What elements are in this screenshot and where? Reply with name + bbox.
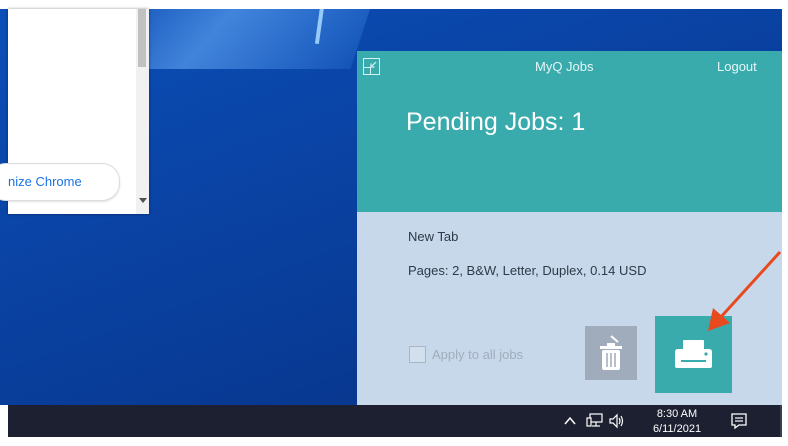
scroll-down-arrow-icon[interactable] [139,198,147,203]
delete-job-button[interactable] [585,326,637,380]
scrollbar-thumb[interactable] [138,9,146,67]
network-icon[interactable] [586,413,603,429]
clock-date[interactable]: 6/11/2021 [649,423,705,435]
frame-right-border [782,0,788,446]
chevron-up-icon[interactable] [564,415,576,427]
wallpaper-light [110,9,390,69]
apply-to-all-label[interactable]: Apply to all jobs [432,347,523,362]
frame-top-border [0,0,788,9]
myq-jobs-panel: MyQ Jobs Logout Pending Jobs: 1 New Tab … [357,51,782,405]
customize-chrome-label[interactable]: nize Chrome [8,174,82,189]
volume-icon[interactable] [608,413,626,429]
chrome-window[interactable]: nize Chrome [0,9,149,214]
job-name[interactable]: New Tab [408,229,458,244]
clock-time[interactable]: 8:30 AM [649,408,705,420]
trash-icon [600,335,622,370]
annotation-arrow-icon [708,250,782,331]
pending-jobs-count: Pending Jobs: 1 [406,108,586,136]
job-details: Pages: 2, B&W, Letter, Duplex, 0.14 USD [408,263,647,278]
notification-icon[interactable] [730,412,748,430]
taskbar: 8:30 AM 6/11/2021 [8,405,782,437]
apply-to-all-checkbox[interactable] [409,346,426,363]
frame-bottom-border [0,437,788,446]
myq-header: MyQ Jobs Logout Pending Jobs: 1 [357,51,782,212]
logout-link[interactable]: Logout [717,59,757,74]
scrollbar[interactable] [136,9,149,214]
panel-title: MyQ Jobs [535,59,594,74]
collapse-icon[interactable] [363,58,380,75]
